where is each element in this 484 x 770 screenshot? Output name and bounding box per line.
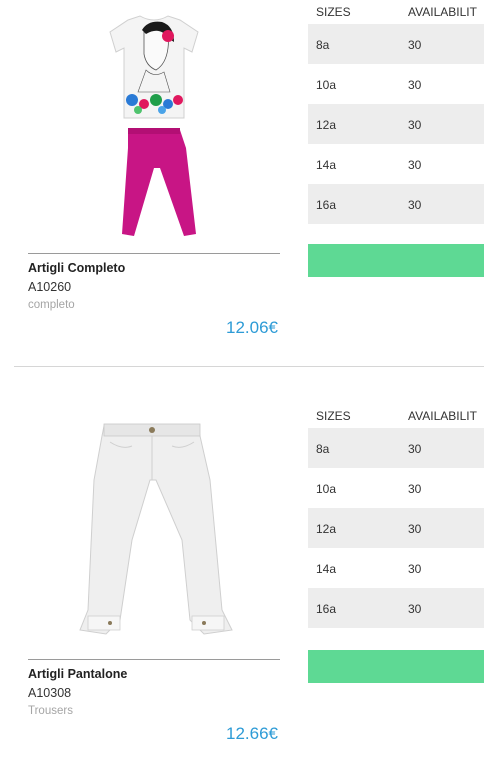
- availability-cell: 30: [408, 602, 422, 616]
- product-name[interactable]: Artigli Pantalone: [28, 667, 127, 681]
- product-price: 12.66€: [226, 724, 278, 743]
- availability-cell: 30: [408, 482, 422, 496]
- product-name[interactable]: Artigli Completo: [28, 261, 125, 275]
- size-cell: 14a: [316, 562, 337, 576]
- availability-cell: 30: [408, 78, 422, 92]
- product-image[interactable]: [28, 420, 280, 640]
- image-divider: [28, 253, 280, 254]
- size-cell: 16a: [316, 602, 337, 616]
- availability-cell: 30: [408, 38, 422, 52]
- availability-header: AVAILABILIT: [408, 409, 477, 423]
- product-category: completo: [28, 299, 75, 311]
- size-cell: 12a: [316, 522, 337, 536]
- availability-header: AVAILABILIT: [408, 5, 477, 19]
- image-divider: [28, 659, 280, 660]
- product-category: Trousers: [28, 705, 73, 717]
- size-cell: 10a: [316, 482, 337, 496]
- add-to-cart-button[interactable]: [308, 650, 484, 683]
- size-cell: 16a: [316, 198, 337, 212]
- product-code: A10308: [28, 686, 72, 700]
- availability-table: SIZES AVAILABILIT 8a 30 10a 30 12a 30 14a 30…: [308, 2, 484, 224]
- add-to-cart-button[interactable]: [308, 244, 484, 277]
- availability-cell: 30: [408, 118, 422, 132]
- trousers-image: [79, 423, 233, 635]
- availability-cell: 30: [408, 522, 422, 536]
- table-row: 8a 30: [308, 24, 484, 64]
- table-row: 8a 30: [308, 428, 484, 468]
- availability-cell: 30: [408, 562, 422, 576]
- size-cell: 14a: [316, 158, 337, 172]
- table-row: 14a 30: [308, 548, 484, 588]
- table-row: 16a 30: [308, 184, 484, 224]
- product-code: A10260: [28, 280, 72, 294]
- outfit-image: [109, 15, 199, 236]
- size-cell: 12a: [316, 118, 337, 132]
- table-row: 12a 30: [308, 104, 484, 144]
- table-header: SIZES AVAILABILIT: [308, 406, 484, 428]
- table-row: 10a 30: [308, 468, 484, 508]
- table-row: 10a 30: [308, 64, 484, 104]
- availability-table: SIZES AVAILABILIT 8a 30 10a 30 12a 30 14a 30…: [308, 406, 484, 628]
- table-row: 16a 30: [308, 588, 484, 628]
- product-card: Artigli Pantalone A10308 Trousers 12.66€…: [0, 366, 484, 770]
- product-card: Artigli Completo A10260 completo 12.06€ …: [0, 0, 484, 366]
- product-price: 12.06€: [226, 318, 278, 337]
- availability-cell: 30: [408, 158, 422, 172]
- availability-cell: 30: [408, 442, 422, 456]
- availability-cell: 30: [408, 198, 422, 212]
- size-cell: 8a: [316, 38, 330, 52]
- product-image[interactable]: [28, 8, 280, 242]
- table-row: 12a 30: [308, 508, 484, 548]
- sizes-header: SIZES: [316, 5, 351, 19]
- size-cell: 8a: [316, 442, 330, 456]
- size-cell: 10a: [316, 78, 337, 92]
- table-row: 14a 30: [308, 144, 484, 184]
- table-header: SIZES AVAILABILIT: [308, 2, 484, 24]
- sizes-header: SIZES: [316, 409, 351, 423]
